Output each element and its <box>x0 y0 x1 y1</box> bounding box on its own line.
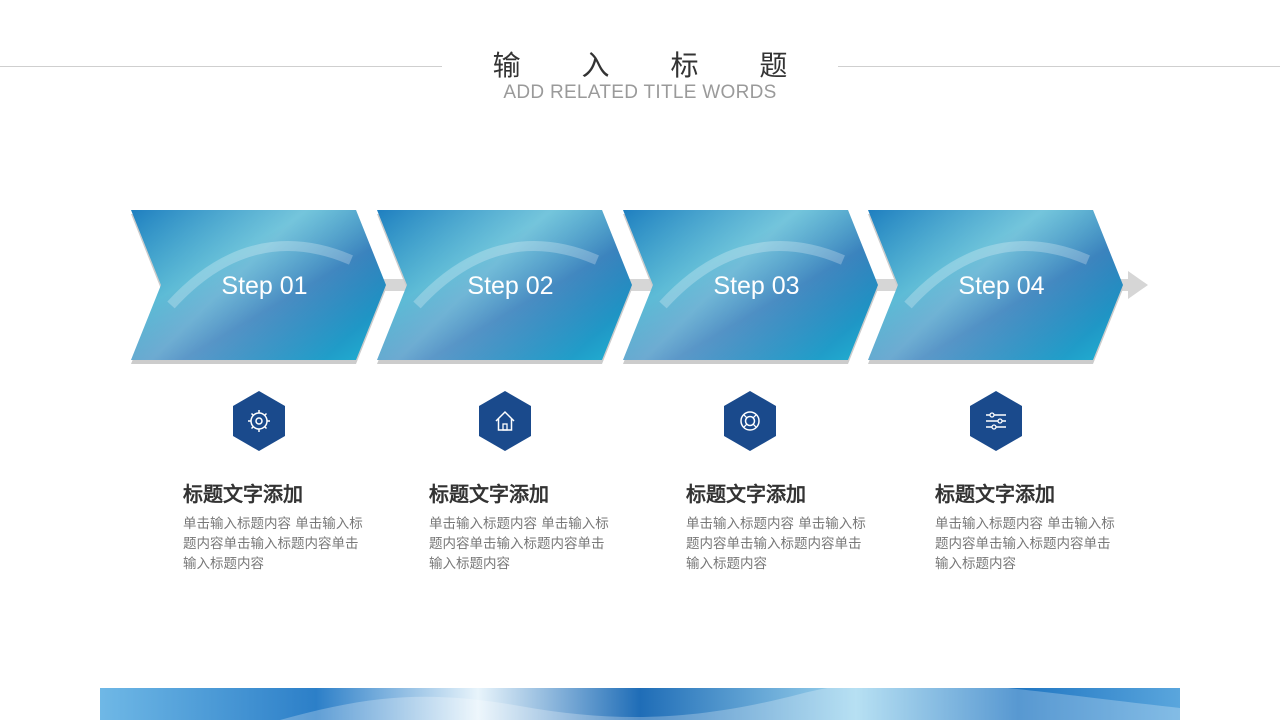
decorative-wave-band <box>100 688 1180 720</box>
step-description: 单击输入标题内容 单击输入标题内容单击输入标题内容单击输入标题内容 <box>429 516 609 572</box>
step-description: 单击输入标题内容 单击输入标题内容单击输入标题内容单击输入标题内容 <box>183 516 363 572</box>
step-chevron-2: Step 02 <box>377 210 632 364</box>
step-label: Step 04 <box>958 272 1044 300</box>
step-description: 单击输入标题内容 单击输入标题内容单击输入标题内容单击输入标题内容 <box>686 516 866 572</box>
step-label: Step 03 <box>713 272 799 300</box>
step-label: Step 02 <box>467 272 553 300</box>
sliders-icon <box>970 391 1022 451</box>
step-chevron-4: Step 04 <box>868 210 1123 364</box>
lifebuoy-icon <box>724 391 776 451</box>
step-label: Step 01 <box>221 272 307 300</box>
page-title: 输 入 标 题 <box>492 49 814 82</box>
step-title: 标题文字添加 <box>429 482 549 506</box>
step-chevron-1: Step 01 <box>131 210 386 364</box>
step-chevron-3: Step 03 <box>623 210 878 364</box>
step-title: 标题文字添加 <box>686 482 806 506</box>
step-description: 单击输入标题内容 单击输入标题内容单击输入标题内容单击输入标题内容 <box>935 516 1115 572</box>
gear-icon <box>233 391 285 451</box>
page-subtitle: ADD RELATED TITLE WORDS <box>503 82 777 103</box>
connector-arrowhead <box>1128 271 1148 299</box>
steps-process-graphic: Step 01 Step 02 Step 03 Step 04 <box>131 210 1148 364</box>
home-icon <box>479 391 531 451</box>
step-title: 标题文字添加 <box>183 482 303 506</box>
step-title: 标题文字添加 <box>935 482 1055 506</box>
